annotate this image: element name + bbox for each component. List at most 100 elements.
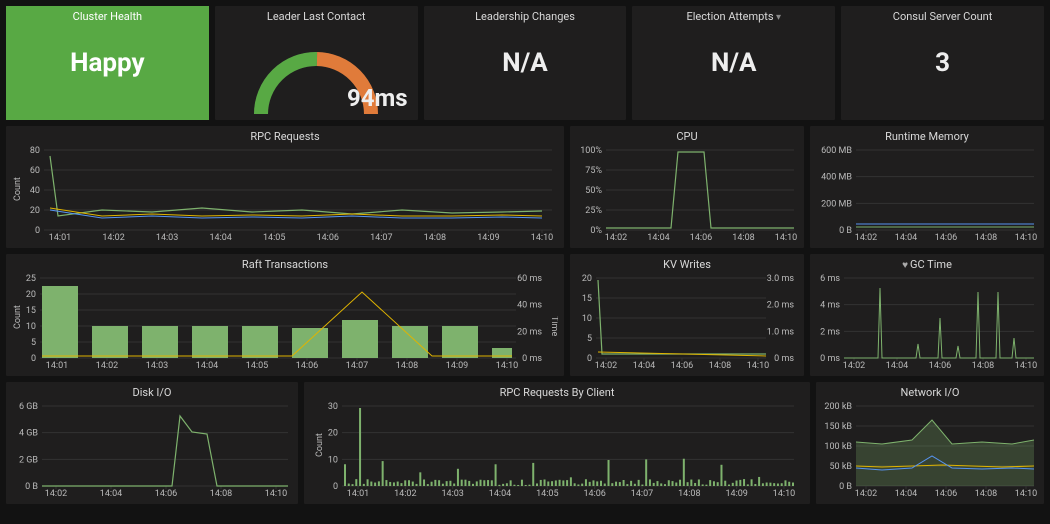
svg-text:14:06: 14:06 (929, 361, 951, 371)
svg-text:0: 0 (587, 354, 592, 364)
svg-text:100 kB: 100 kB (824, 442, 852, 452)
svg-text:0: 0 (333, 482, 338, 492)
svg-text:14:02: 14:02 (96, 361, 118, 371)
panel-title: Network I/O (816, 382, 1044, 399)
svg-text:14:10: 14:10 (1015, 489, 1037, 499)
svg-text:0 B: 0 B (839, 482, 852, 492)
svg-text:Count: Count (315, 433, 325, 457)
svg-text:0: 0 (31, 354, 36, 364)
panel-network-io[interactable]: Network I/O 0 B50 kB100 kB150 kB200 kB 1… (816, 382, 1044, 504)
svg-text:2 ms: 2 ms (820, 327, 840, 337)
svg-text:14:10: 14:10 (1015, 233, 1037, 243)
svg-text:14:10: 14:10 (1015, 361, 1037, 371)
svg-text:14:07: 14:07 (631, 489, 653, 499)
svg-text:14:03: 14:03 (146, 361, 168, 371)
svg-text:14:01: 14:01 (49, 233, 71, 243)
panel-gc-time[interactable]: ♥GC Time 0 ms2 ms4 ms6 ms 14:0214:0414:0… (810, 254, 1044, 376)
svg-text:25: 25 (26, 274, 36, 284)
svg-text:14:08: 14:08 (732, 233, 754, 243)
panel-title: RPC Requests (6, 126, 564, 143)
svg-text:14:06: 14:06 (935, 489, 957, 499)
svg-text:20: 20 (582, 274, 592, 284)
svg-text:0 B: 0 B (839, 226, 852, 236)
svg-text:14:02: 14:02 (102, 233, 124, 243)
panel-title: KV Writes (570, 254, 804, 271)
panel-title-dropdown[interactable]: Election Attempts (632, 6, 835, 23)
svg-text:50%: 50% (585, 186, 602, 196)
panel-title: Leadership Changes (424, 6, 627, 23)
panel-leadership-changes[interactable]: Leadership Changes N/A (424, 6, 627, 120)
panel-rpc-requests[interactable]: RPC Requests Count 0 20 40 60 80 14:01 14:02 1… (6, 126, 564, 248)
panel-cpu[interactable]: CPU 0%25%50%75%100% 14:0214:0414:0614:08… (570, 126, 804, 248)
svg-text:14:03: 14:03 (156, 233, 178, 243)
svg-text:40: 40 (30, 186, 40, 196)
svg-text:200 kB: 200 kB (824, 402, 852, 412)
svg-text:14:02: 14:02 (855, 489, 877, 499)
svg-text:14:07: 14:07 (346, 361, 368, 371)
chart: Count 020406080 14:0114:0214:0314:0414:0… (12, 146, 558, 244)
svg-text:2 GB: 2 GB (19, 455, 38, 465)
svg-text:14:04: 14:04 (895, 233, 917, 243)
svg-text:14:04: 14:04 (886, 361, 908, 371)
svg-text:20: 20 (30, 206, 40, 216)
svg-text:14:02: 14:02 (45, 489, 67, 499)
panel-title: Consul Server Count (841, 6, 1044, 23)
svg-text:14:10: 14:10 (265, 489, 287, 499)
svg-text:80: 80 (30, 146, 40, 156)
panel-title: CPU (570, 126, 804, 143)
svg-text:14:06: 14:06 (155, 489, 177, 499)
svg-text:50 kB: 50 kB (829, 462, 852, 472)
panel-title: Raft Transactions (6, 254, 564, 271)
svg-text:Time: Time (549, 316, 558, 336)
svg-text:14:07: 14:07 (370, 233, 392, 243)
svg-text:14:10: 14:10 (775, 233, 797, 243)
svg-text:5: 5 (31, 338, 36, 348)
svg-text:0 B: 0 B (25, 482, 38, 492)
svg-text:60: 60 (30, 166, 40, 176)
svg-text:4 ms: 4 ms (820, 301, 840, 311)
panel-title: Cluster Health (6, 6, 209, 23)
svg-text:14:04: 14:04 (895, 489, 917, 499)
chart: 0 ms2 ms4 ms6 ms 14:0214:0414:0614:0814:… (816, 274, 1038, 372)
svg-text:10: 10 (26, 322, 36, 332)
svg-text:200 MB: 200 MB (821, 199, 852, 209)
svg-text:14:09: 14:09 (477, 233, 499, 243)
svg-text:14:02: 14:02 (843, 361, 865, 371)
chart: 0 B2 GB4 GB6 GB 14:0214:0414:0614:0814:1… (12, 402, 292, 500)
panel-rpc-requests-by-client[interactable]: RPC Requests By Client Count 0102030 14:… (304, 382, 810, 504)
svg-text:14:06: 14:06 (935, 233, 957, 243)
svg-text:14:06: 14:06 (583, 489, 605, 499)
svg-text:3.0 ms: 3.0 ms (767, 274, 795, 284)
svg-text:14:08: 14:08 (424, 233, 446, 243)
svg-text:1.0 ms: 1.0 ms (767, 327, 795, 337)
panel-title: Runtime Memory (810, 126, 1044, 143)
svg-text:14:08: 14:08 (972, 361, 994, 371)
panel-election-attempts[interactable]: Election Attempts N/A (632, 6, 835, 120)
svg-text:15: 15 (26, 306, 36, 316)
svg-text:40 ms: 40 ms (517, 301, 542, 311)
svg-text:14:05: 14:05 (263, 233, 285, 243)
panel-consul-server-count[interactable]: Consul Server Count 3 (841, 6, 1044, 120)
svg-text:14:04: 14:04 (196, 361, 218, 371)
svg-text:14:04: 14:04 (647, 233, 669, 243)
svg-text:14:10: 14:10 (496, 361, 518, 371)
panel-title: Leader Last Contact (215, 6, 418, 23)
chart: Count Time 0510152025 0 ms20 ms40 ms60 m… (12, 274, 558, 372)
svg-text:14:01: 14:01 (347, 489, 369, 499)
svg-text:20 ms: 20 ms (517, 327, 542, 337)
panel-leader-last-contact[interactable]: Leader Last Contact 94ms (215, 6, 418, 120)
svg-text:14:10: 14:10 (531, 233, 553, 243)
svg-text:14:08: 14:08 (975, 233, 997, 243)
svg-text:15: 15 (582, 294, 592, 304)
gauge-value: 94ms (347, 84, 408, 112)
panel-kv-writes[interactable]: KV Writes 05101520 0 ms1.0 ms2.0 ms3.0 m… (570, 254, 804, 376)
svg-text:0: 0 (35, 226, 40, 236)
panel-disk-io[interactable]: Disk I/O 0 B2 GB4 GB6 GB 14:0214:0414:06… (6, 382, 298, 504)
panel-raft-transactions[interactable]: Raft Transactions Count Time 0510152025 … (6, 254, 564, 376)
svg-text:14:02: 14:02 (394, 489, 416, 499)
svg-text:14:02: 14:02 (595, 361, 617, 371)
panel-runtime-memory[interactable]: Runtime Memory 0 B200 MB400 MB600 MB 14:… (810, 126, 1044, 248)
panel-cluster-health[interactable]: Cluster Health Happy (6, 6, 209, 120)
svg-text:Count: Count (13, 177, 23, 201)
svg-text:14:06: 14:06 (690, 233, 712, 243)
